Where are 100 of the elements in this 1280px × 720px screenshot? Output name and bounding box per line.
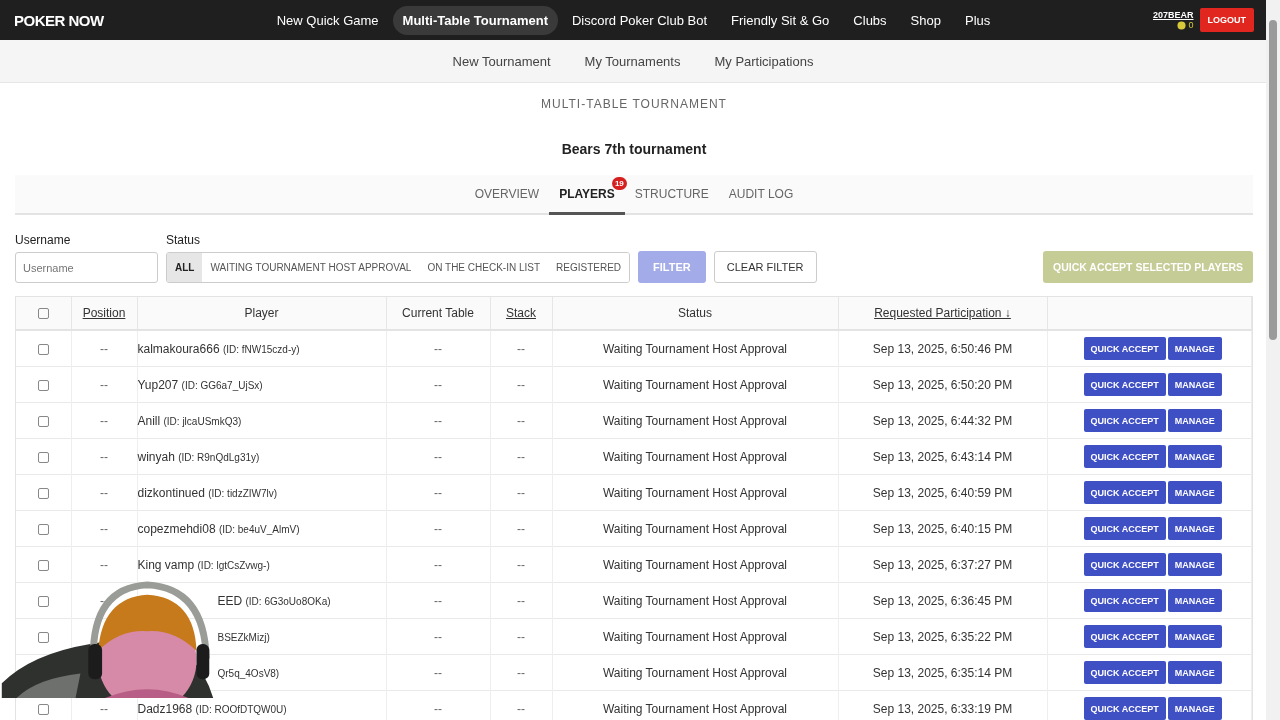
subnav-link[interactable]: My Tournaments xyxy=(584,53,681,69)
column-header: Status xyxy=(678,306,712,320)
quick-accept-button[interactable]: QUICK ACCEPT xyxy=(1083,697,1166,720)
manage-button[interactable]: MANAGE xyxy=(1167,373,1222,396)
quick-accept-button[interactable]: QUICK ACCEPT xyxy=(1083,373,1166,396)
table-cell: Sep 13, 2025, 6:36:45 PM xyxy=(872,593,1013,608)
manage-button[interactable]: MANAGE xyxy=(1167,517,1222,540)
quick-accept-button[interactable]: QUICK ACCEPT xyxy=(1083,661,1166,684)
table-cell: -- xyxy=(100,593,108,608)
player-name: Anill (ID: jlcaUSmkQ3) xyxy=(137,413,242,428)
table-cell: -- xyxy=(517,341,525,356)
player-name: Qr5q_4OsV8) xyxy=(217,666,280,680)
table-cell: Waiting Tournament Host Approval xyxy=(602,377,788,392)
player-name: King vamp (ID: lgtCsZvwg-) xyxy=(137,557,270,572)
table-cell: Waiting Tournament Host Approval xyxy=(602,665,788,680)
player-name: winyah (ID: R9nQdLg31y) xyxy=(137,449,260,464)
table-cell: Waiting Tournament Host Approval xyxy=(602,413,788,428)
username-field[interactable]: Username xyxy=(15,252,158,283)
player-name: EED (ID: 6G3oUo8OKa) xyxy=(217,593,331,608)
table-cell: Sep 13, 2025, 6:50:20 PM xyxy=(872,377,1013,392)
row-checkbox[interactable] xyxy=(37,523,49,535)
player-name: kalmakoura666 (ID: fNW15czd-y) xyxy=(137,341,300,356)
manage-button[interactable]: MANAGE xyxy=(1167,661,1222,684)
quick-accept-button[interactable]: QUICK ACCEPT xyxy=(1083,409,1166,432)
table-cell: -- xyxy=(434,665,442,680)
nav-link[interactable]: Discord Poker Club Bot xyxy=(561,5,718,35)
nav-link[interactable]: Plus xyxy=(955,5,1001,35)
table-cell: -- xyxy=(434,413,442,428)
table-cell: -- xyxy=(517,377,525,392)
row-checkbox[interactable] xyxy=(37,415,49,427)
table-cell: -- xyxy=(100,377,108,392)
table-cell: Sep 13, 2025, 6:44:32 PM xyxy=(872,413,1013,428)
quick-accept-button[interactable]: QUICK ACCEPT xyxy=(1083,337,1166,360)
quick-accept-button[interactable]: QUICK ACCEPT xyxy=(1083,481,1166,504)
tab[interactable]: STRUCTURE xyxy=(624,175,719,213)
table-cell: Sep 13, 2025, 6:35:22 PM xyxy=(872,629,1013,644)
status-option[interactable]: ALL xyxy=(167,253,203,282)
column-header[interactable]: Stack xyxy=(506,306,536,320)
manage-button[interactable]: MANAGE xyxy=(1167,409,1222,432)
select-all-checkbox[interactable] xyxy=(37,308,49,320)
manage-button[interactable]: MANAGE xyxy=(1167,553,1222,576)
manage-button[interactable]: MANAGE xyxy=(1167,589,1222,612)
table-cell: Waiting Tournament Host Approval xyxy=(602,593,788,608)
nav-link[interactable]: Clubs xyxy=(843,5,897,35)
player-name: BSEZkMizj) xyxy=(217,630,270,644)
manage-button[interactable]: MANAGE xyxy=(1167,481,1222,504)
nav-link[interactable]: Shop xyxy=(900,5,951,35)
row-checkbox[interactable] xyxy=(37,559,49,571)
manage-button[interactable]: MANAGE xyxy=(1167,337,1222,360)
player-name: Yup207 (ID: GG6a7_UjSx) xyxy=(137,377,263,392)
row-checkbox[interactable] xyxy=(37,703,49,715)
quick-accept-button[interactable]: QUICK ACCEPT xyxy=(1083,445,1166,468)
coin-count: 0 xyxy=(1188,20,1194,30)
row-checkbox[interactable] xyxy=(37,343,49,355)
table-cell: Waiting Tournament Host Approval xyxy=(602,629,788,644)
tab[interactable]: AUDIT LOG xyxy=(718,175,804,213)
manage-button[interactable]: MANAGE xyxy=(1167,697,1222,720)
row-checkbox[interactable] xyxy=(37,595,49,607)
table-cell: Sep 13, 2025, 6:35:14 PM xyxy=(872,665,1013,680)
manage-button[interactable]: MANAGE xyxy=(1167,625,1222,648)
field-label: Status xyxy=(166,233,202,247)
row-checkbox[interactable] xyxy=(37,631,49,643)
nav-link[interactable]: Multi-Table Tournament xyxy=(392,5,558,35)
subnav-link[interactable]: My Participations xyxy=(714,53,814,69)
scrollbar[interactable] xyxy=(1266,0,1280,720)
field-label: Username xyxy=(15,233,72,247)
tournament-name: Bears 7th tournament xyxy=(560,141,708,157)
tab[interactable]: PLAYERS 19 xyxy=(549,175,625,215)
table-cell: -- xyxy=(100,485,108,500)
quick-accept-button[interactable]: QUICK ACCEPT xyxy=(1083,517,1166,540)
logo[interactable]: POKER NOW xyxy=(14,11,134,29)
table-cell: -- xyxy=(434,701,442,716)
subnav-link[interactable]: New Tournament xyxy=(452,53,551,69)
table-cell: -- xyxy=(517,449,525,464)
table-cell: -- xyxy=(434,377,442,392)
table-cell: -- xyxy=(100,449,108,464)
column-header: Current Table xyxy=(402,306,474,320)
username[interactable]: 207BEAR xyxy=(1152,10,1194,20)
column-header[interactable]: Requested Participation ↓ xyxy=(874,306,1011,320)
table-cell: -- xyxy=(517,485,525,500)
row-checkbox[interactable] xyxy=(37,451,49,463)
nav-link[interactable]: New Quick Game xyxy=(266,5,389,35)
column-header[interactable]: Position xyxy=(82,306,126,320)
row-checkbox[interactable] xyxy=(37,487,49,499)
nav-link[interactable]: Friendly Sit & Go xyxy=(721,5,840,35)
table-cell: -- xyxy=(517,593,525,608)
tab[interactable]: OVERVIEW xyxy=(464,175,550,213)
table-cell: Sep 13, 2025, 6:40:59 PM xyxy=(872,485,1013,500)
table-cell: Sep 13, 2025, 6:33:19 PM xyxy=(872,701,1013,716)
table-cell: -- xyxy=(517,629,525,644)
manage-button[interactable]: MANAGE xyxy=(1167,445,1222,468)
count-badge: 19 xyxy=(611,177,627,190)
quick-accept-button[interactable]: QUICK ACCEPT xyxy=(1083,625,1166,648)
row-checkbox[interactable] xyxy=(37,379,49,391)
table-cell: Sep 13, 2025, 6:37:27 PM xyxy=(872,557,1013,572)
clear-filter-button[interactable]: CLEAR FILTER xyxy=(713,251,817,283)
quick-accept-button[interactable]: QUICK ACCEPT xyxy=(1083,589,1166,612)
quick-accept-button[interactable]: QUICK ACCEPT xyxy=(1083,553,1166,576)
logout-button[interactable]: LOGOUT xyxy=(1199,8,1254,32)
table-cell: -- xyxy=(517,521,525,536)
